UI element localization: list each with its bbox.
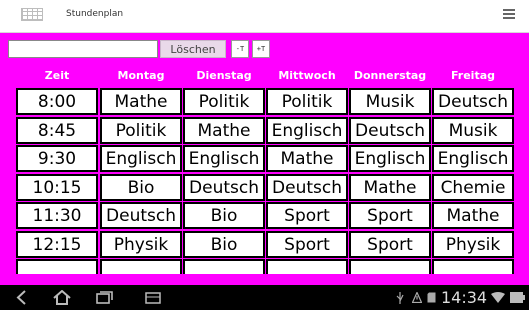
lesson-cell[interactable]: Bio	[100, 174, 182, 201]
lesson-cell[interactable]: Mathe	[349, 174, 431, 201]
column-header-donnerstag: Donnerstag	[353, 69, 427, 82]
app-title: Stundenplan	[66, 9, 124, 19]
lesson-cell[interactable]: Musik	[432, 117, 514, 144]
battery-icon	[510, 292, 525, 303]
system-nav-bar: 14:34	[0, 285, 529, 310]
lesson-cell[interactable]: Physik	[432, 231, 514, 258]
lesson-cell[interactable]: Sport	[349, 202, 431, 229]
lesson-cell[interactable]: Mathe	[100, 88, 182, 115]
lesson-cell[interactable]: Bio	[183, 202, 265, 229]
lesson-cell[interactable]: Sport	[266, 231, 348, 258]
overflow-menu-icon[interactable]	[503, 9, 515, 23]
lesson-cell[interactable]	[266, 259, 348, 274]
time-cell[interactable]: 11:30	[16, 202, 98, 229]
column-header-montag: Montag	[117, 69, 165, 82]
time-cell[interactable]: 12:15	[16, 231, 98, 258]
lesson-cell[interactable]: Deutsch	[349, 117, 431, 144]
lesson-cell[interactable]: Musik	[349, 88, 431, 115]
lesson-cell[interactable]: Deutsch	[432, 88, 514, 115]
font-larger-label: +T	[256, 45, 266, 53]
status-clock: 14:34	[441, 288, 488, 307]
lesson-cell[interactable]: Deutsch	[100, 202, 182, 229]
lesson-cell[interactable]: Deutsch	[183, 174, 265, 201]
time-cell[interactable]: 8:00	[16, 88, 98, 115]
lesson-cell[interactable]	[183, 259, 265, 274]
screenshot-icon[interactable]	[145, 290, 161, 305]
sd-card-icon	[427, 292, 436, 303]
lesson-cell[interactable]: Sport	[266, 202, 348, 229]
recent-apps-icon[interactable]	[96, 290, 114, 305]
lesson-cell[interactable]: Mathe	[183, 117, 265, 144]
home-icon[interactable]	[53, 290, 71, 305]
clear-button[interactable]: Löschen	[160, 40, 226, 58]
lesson-cell[interactable]: Deutsch	[266, 174, 348, 201]
lesson-cell[interactable]	[100, 259, 182, 274]
app-root: Stundenplan Löschen -T +T Zeit Montag Di…	[0, 0, 529, 310]
lesson-cell[interactable]: Sport	[349, 231, 431, 258]
column-header-mittwoch: Mittwoch	[278, 69, 336, 82]
time-cell[interactable]: 8:45	[16, 117, 98, 144]
lesson-cell[interactable]: Politik	[183, 88, 265, 115]
column-header-dienstag: Dienstag	[196, 69, 252, 82]
lesson-cell[interactable]: Englisch	[100, 145, 182, 172]
calendar-grid-icon[interactable]	[21, 8, 43, 21]
usb-icon	[396, 292, 404, 304]
lesson-cell[interactable]: Physik	[100, 231, 182, 258]
column-header-zeit: Zeit	[44, 69, 70, 82]
lesson-cell[interactable]: Englisch	[183, 145, 265, 172]
time-cell[interactable]: 9:30	[16, 145, 98, 172]
lesson-cell[interactable]: Chemie	[432, 174, 514, 201]
lesson-cell[interactable]: Englisch	[432, 145, 514, 172]
lesson-cell[interactable]: Bio	[183, 231, 265, 258]
timetable-grid: 8:00 Mathe Politik Politik Musik Deutsch 8:45 P…	[15, 88, 515, 274]
back-icon[interactable]	[15, 290, 29, 305]
font-smaller-label: -T	[235, 45, 245, 53]
wifi-icon	[491, 292, 505, 303]
lesson-cell[interactable]: Politik	[100, 117, 182, 144]
warning-icon	[412, 292, 422, 303]
lesson-cell[interactable]	[349, 259, 431, 274]
font-smaller-button[interactable]: -T	[231, 40, 249, 58]
font-larger-button[interactable]: +T	[252, 40, 270, 58]
action-bar: Stundenplan	[0, 0, 529, 33]
lesson-cell[interactable]: Englisch	[266, 117, 348, 144]
lesson-cell[interactable]: Politik	[266, 88, 348, 115]
lesson-cell[interactable]: Englisch	[349, 145, 431, 172]
time-cell[interactable]: 10:15	[16, 174, 98, 201]
lesson-cell[interactable]	[432, 259, 514, 274]
column-header-freitag: Freitag	[450, 69, 496, 82]
lesson-cell[interactable]: Mathe	[266, 145, 348, 172]
time-cell[interactable]	[16, 259, 98, 274]
search-input[interactable]	[8, 40, 158, 58]
lesson-cell[interactable]: Mathe	[432, 202, 514, 229]
